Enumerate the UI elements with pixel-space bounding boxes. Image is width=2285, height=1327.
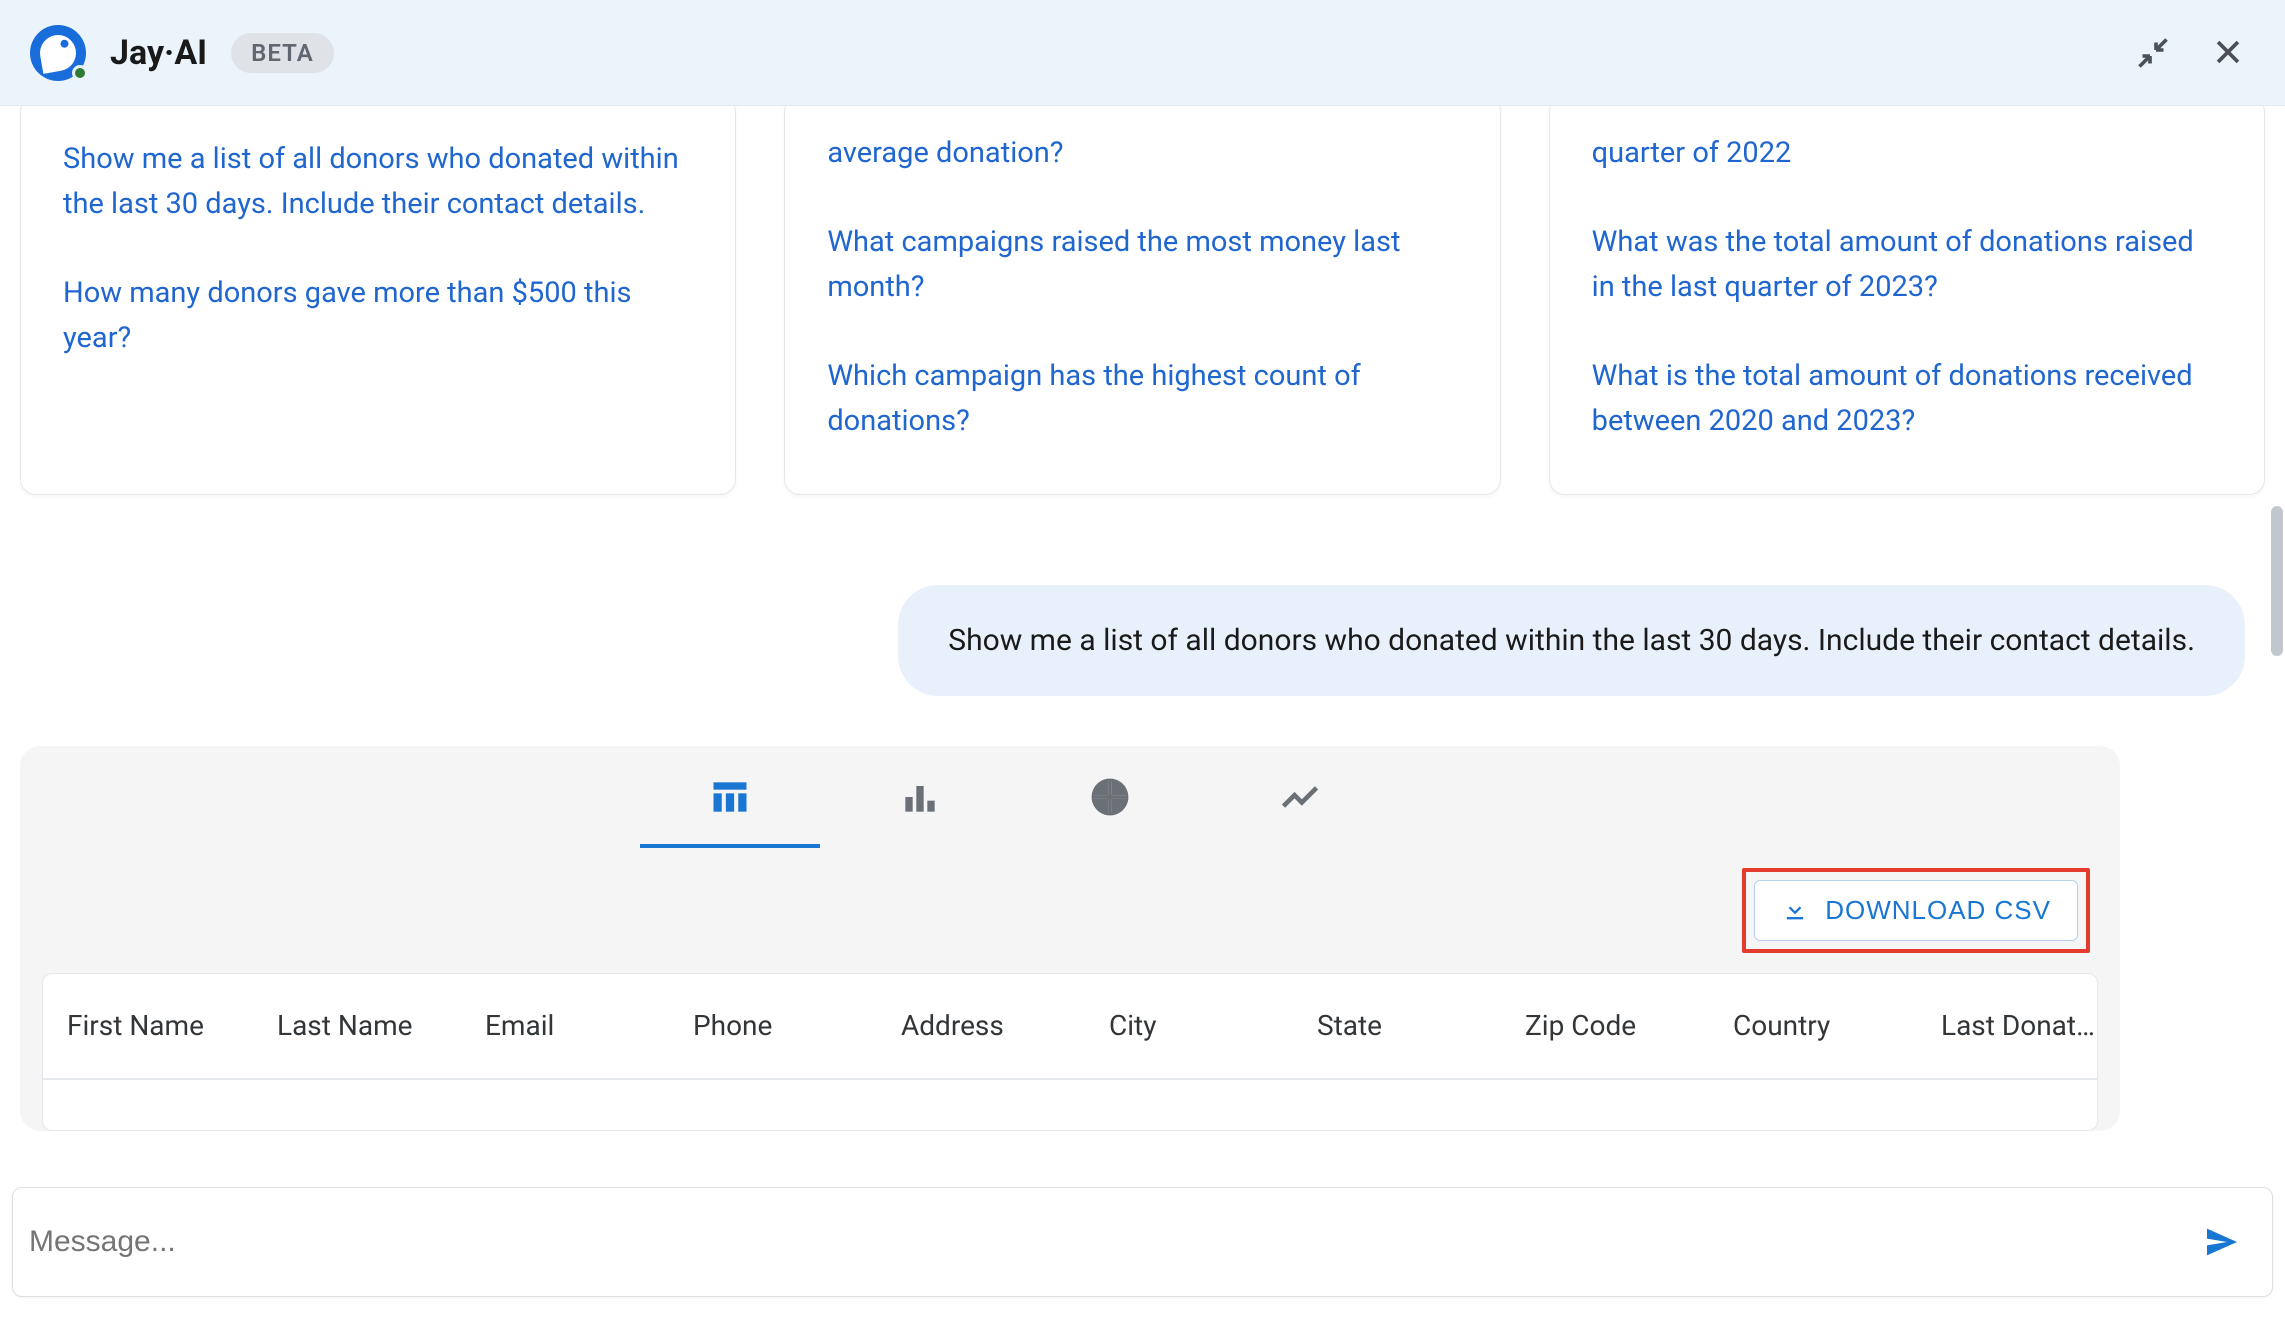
- download-csv-button[interactable]: DOWNLOAD CSV: [1754, 880, 2078, 941]
- suggestion-card: quarter of 2022 What was the total amoun…: [1549, 106, 2265, 495]
- scrollbar-thumb[interactable]: [2271, 506, 2283, 656]
- suggestion-card: Show me a list of all donors who donated…: [20, 106, 736, 495]
- tab-line-chart[interactable]: [1270, 746, 1330, 848]
- suggestion-cards-row: Show me a list of all donors who donated…: [20, 106, 2265, 495]
- column-header[interactable]: State: [1293, 1009, 1501, 1042]
- column-header[interactable]: Address: [877, 1009, 1085, 1042]
- user-message-bubble: Show me a list of all donors who donated…: [898, 585, 2245, 696]
- column-header[interactable]: Zip Code: [1501, 1009, 1709, 1042]
- app-logo: [30, 25, 86, 81]
- download-highlight: DOWNLOAD CSV: [1742, 868, 2090, 953]
- header-bar: Jay·AI BETA: [0, 0, 2285, 106]
- tab-table[interactable]: [700, 746, 760, 848]
- tab-pie-chart[interactable]: [1080, 746, 1140, 848]
- suggestion-link[interactable]: quarter of 2022: [1592, 131, 2222, 176]
- suggestion-link[interactable]: What campaigns raised the most money las…: [827, 220, 1457, 310]
- app-title: Jay·AI: [110, 33, 207, 73]
- view-tabs: [20, 746, 2120, 848]
- content-area: Show me a list of all donors who donated…: [0, 106, 2285, 1177]
- suggestion-card: average donation? What campaigns raised …: [784, 106, 1500, 495]
- download-icon: [1781, 896, 1809, 924]
- table-body-empty: [43, 1080, 2097, 1130]
- close-icon[interactable]: [2211, 35, 2245, 71]
- suggestion-link[interactable]: Show me a list of all donors who donated…: [63, 137, 693, 227]
- column-header[interactable]: City: [1085, 1009, 1293, 1042]
- column-header[interactable]: Country: [1709, 1009, 1917, 1042]
- results-table: First Name Last Name Email Phone Address…: [42, 973, 2098, 1131]
- suggestion-link[interactable]: Which campaign has the highest count of …: [827, 354, 1457, 444]
- suggestion-link[interactable]: average donation?: [827, 131, 1457, 176]
- table-header-row: First Name Last Name Email Phone Address…: [43, 974, 2097, 1080]
- suggestion-link[interactable]: How many donors gave more than $500 this…: [63, 271, 693, 361]
- suggestion-link[interactable]: What is the total amount of donations re…: [1592, 354, 2222, 444]
- column-header[interactable]: Last Name: [253, 1009, 461, 1042]
- online-status-dot: [72, 65, 88, 81]
- response-panel: DOWNLOAD CSV First Name Last Name Email …: [20, 746, 2120, 1131]
- column-header[interactable]: Last Donat…: [1917, 1009, 2097, 1042]
- send-button[interactable]: [2202, 1222, 2242, 1262]
- tab-bar-chart[interactable]: [890, 746, 950, 848]
- minimize-icon[interactable]: [2135, 35, 2171, 71]
- message-footer: [0, 1169, 2285, 1327]
- beta-badge: BETA: [231, 33, 334, 73]
- column-header[interactable]: Phone: [669, 1009, 877, 1042]
- column-header[interactable]: Email: [461, 1009, 669, 1042]
- column-header[interactable]: First Name: [43, 1009, 253, 1042]
- message-input[interactable]: [29, 1225, 2202, 1259]
- suggestion-link[interactable]: What was the total amount of donations r…: [1592, 220, 2222, 310]
- download-csv-label: DOWNLOAD CSV: [1825, 895, 2051, 926]
- message-input-box: [12, 1187, 2273, 1297]
- scrollbar-track[interactable]: [2271, 106, 2285, 786]
